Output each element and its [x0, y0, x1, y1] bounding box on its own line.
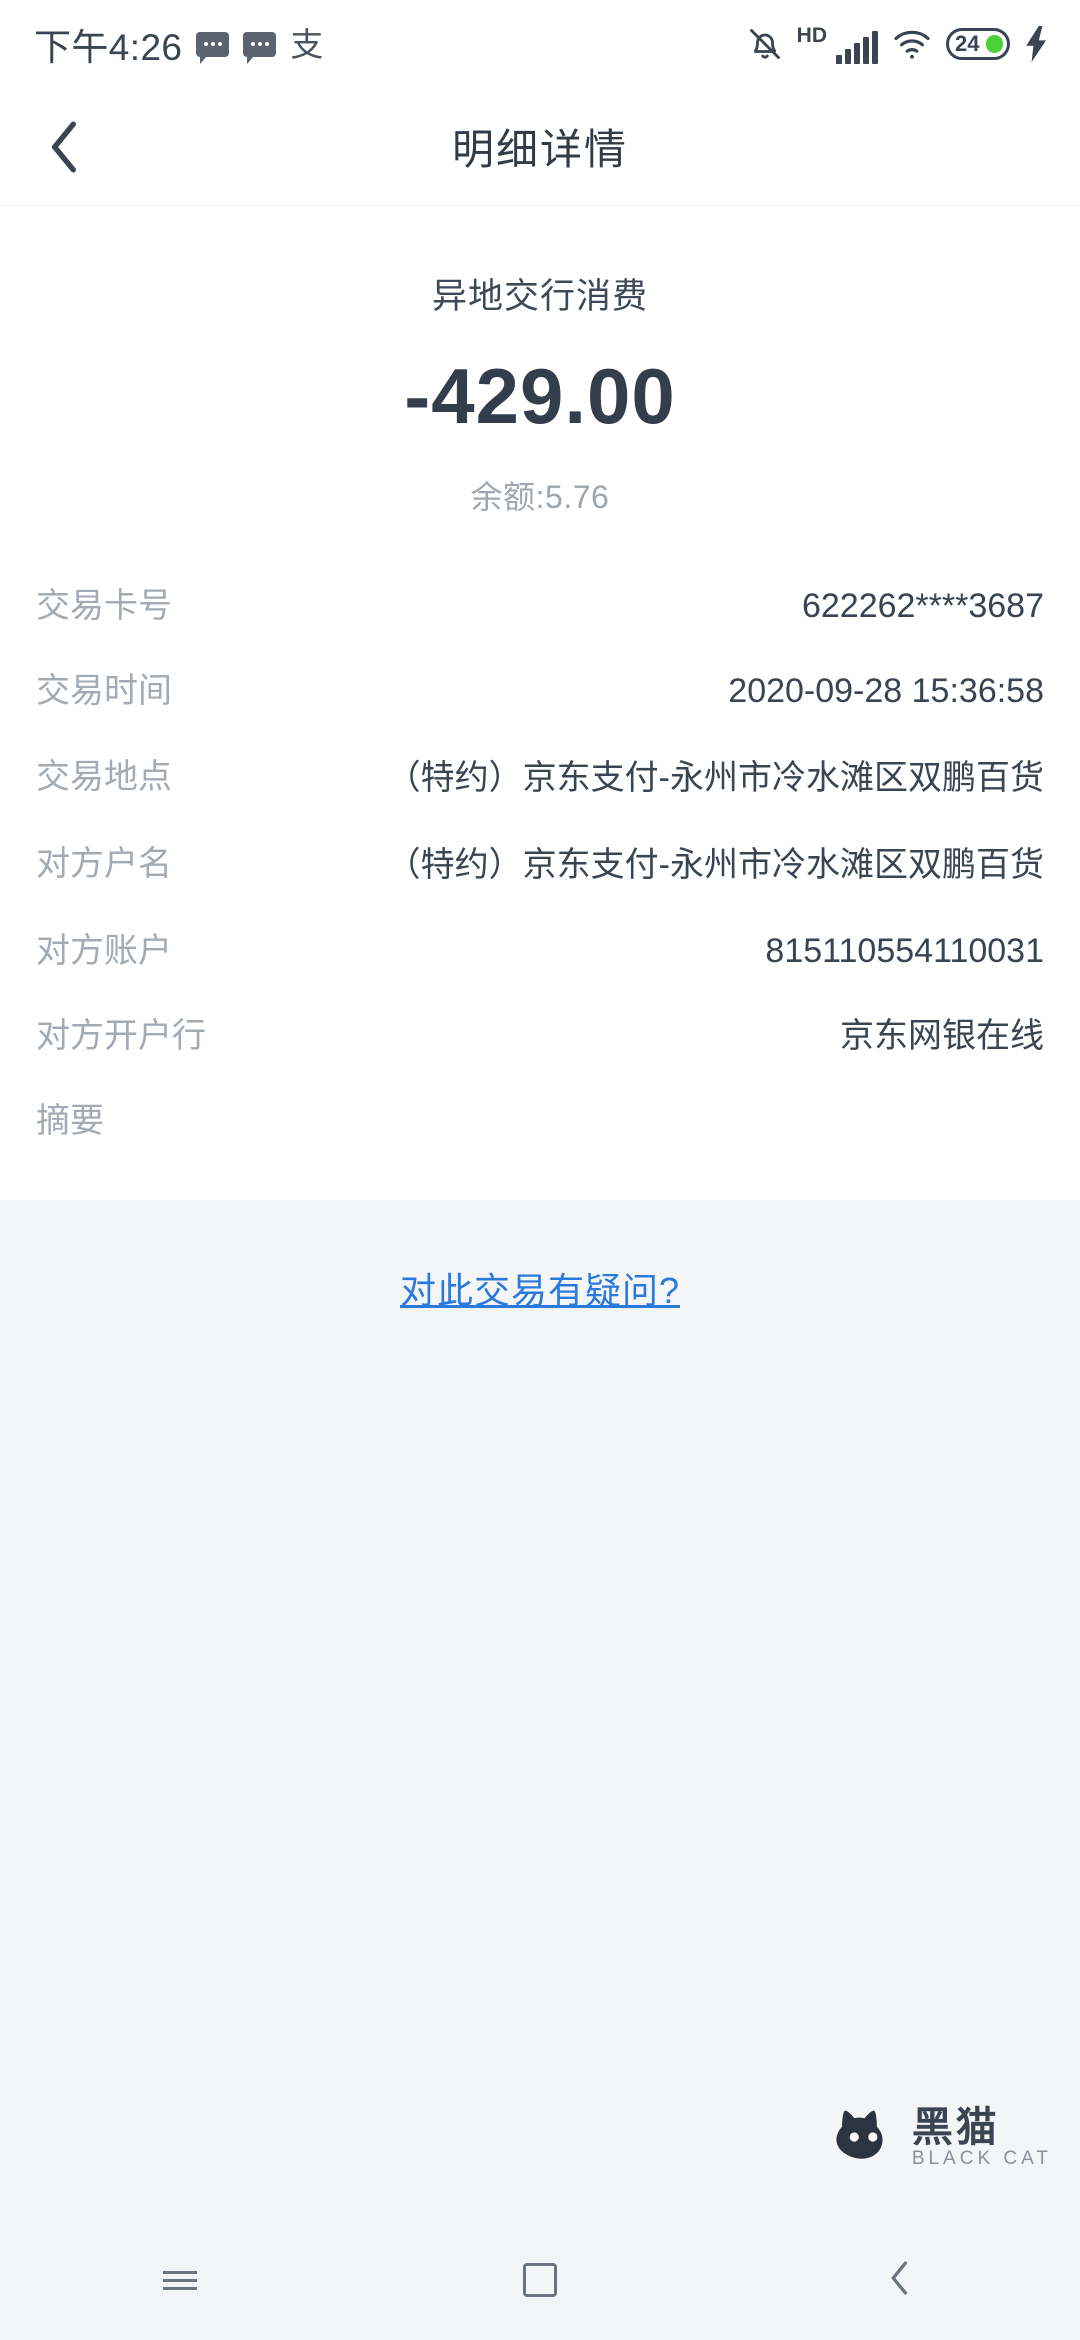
hd-label: HD [796, 23, 827, 47]
detail-value: 2020-09-28 15:36:58 [728, 672, 1044, 711]
battery-icon: 24 [946, 28, 1010, 60]
battery-level-label: 24 [955, 31, 980, 56]
detail-label: 交易卡号 [36, 587, 172, 625]
detail-row: 交易时间 2020-09-28 15:36:58 [36, 649, 1044, 734]
status-bar-left: 下午4:26 支 [34, 17, 323, 71]
detail-value: （特约）京东支付-永州市冷水滩区双鹏百货 [386, 845, 1044, 884]
detail-label: 对方账户 [36, 931, 172, 970]
chevron-left-icon [48, 118, 82, 176]
detail-label: 对方户名 [36, 844, 172, 883]
alipay-icon: 支 [290, 25, 324, 63]
watermark: 黑猫 BLACK CAT [828, 2102, 1052, 2172]
message-bubble-icon [196, 31, 230, 64]
detail-label: 摘要 [36, 1102, 104, 1141]
detail-label: 对方开户行 [36, 1016, 206, 1055]
cat-head-icon [828, 2102, 898, 2172]
home-button[interactable] [480, 2220, 600, 2340]
mute-bell-icon [747, 26, 783, 62]
menu-icon [163, 2266, 197, 2295]
watermark-text: 黑猫 BLACK CAT [911, 2103, 1052, 2169]
transaction-summary: 异地交行消费 -429.00 余额:5.76 [0, 206, 1080, 558]
status-bar-right: HD 24 [747, 25, 1050, 64]
detail-value: 815110554110031 [765, 931, 1044, 970]
account-balance: 余额:5.76 [470, 479, 610, 515]
detail-label: 交易地点 [36, 757, 172, 796]
battery-fill [986, 35, 1003, 53]
detail-row: 对方账户 815110554110031 [36, 909, 1044, 994]
charging-bolt-icon [1024, 26, 1050, 62]
back-button[interactable] [0, 88, 130, 206]
detail-row: 对方户名 （特约）京东支付-永州市冷水滩区双鹏百货 [36, 822, 1044, 909]
signal-bars-icon: HD [797, 25, 878, 64]
back-nav-button[interactable] [840, 2220, 960, 2340]
detail-value: （特约）京东支付-永州市冷水滩区双鹏百货 [386, 758, 1044, 797]
detail-label: 交易时间 [36, 672, 172, 711]
message-bubble-icon [243, 31, 277, 64]
page-title: 明细详情 [451, 126, 628, 173]
detail-row: 交易地点 （特约）京东支付-永州市冷水滩区双鹏百货 [36, 735, 1044, 822]
watermark-name-cn: 黑猫 [911, 2103, 1000, 2150]
app-bar: 明细详情 [0, 88, 1080, 206]
phone-screen: 下午4:26 支 HD 24 明细详情 异地交行消费 -429.00 余额:5.… [0, 0, 1080, 2340]
detail-row: 摘要 [36, 1079, 1044, 1164]
transaction-detail-list: 交易卡号 622262****3687 交易时间 2020-09-28 15:3… [0, 558, 1080, 1201]
transaction-type-label: 异地交行消费 [431, 277, 648, 316]
detail-row: 对方开户行 京东网银在线 [36, 994, 1044, 1079]
footer-area: 对此交易有疑问? 黑猫 BLACK CAT [0, 1200, 1080, 2220]
status-bar-clock: 下午4:26 [34, 27, 183, 68]
detail-value: 622262****3687 [801, 587, 1044, 625]
android-nav-bar [0, 2220, 1080, 2340]
chevron-left-icon [889, 2259, 911, 2302]
wifi-icon [892, 28, 932, 60]
menu-button[interactable] [120, 2220, 240, 2340]
detail-value: 京东网银在线 [840, 1016, 1044, 1055]
watermark-name-en: BLACK CAT [911, 2147, 1052, 2169]
detail-row: 交易卡号 622262****3687 [36, 564, 1044, 649]
transaction-question-link[interactable]: 对此交易有疑问? [0, 1200, 1080, 1314]
status-bar: 下午4:26 支 HD 24 [0, 0, 1080, 88]
transaction-amount: -429.00 [404, 352, 676, 440]
home-square-icon [523, 2263, 557, 2297]
